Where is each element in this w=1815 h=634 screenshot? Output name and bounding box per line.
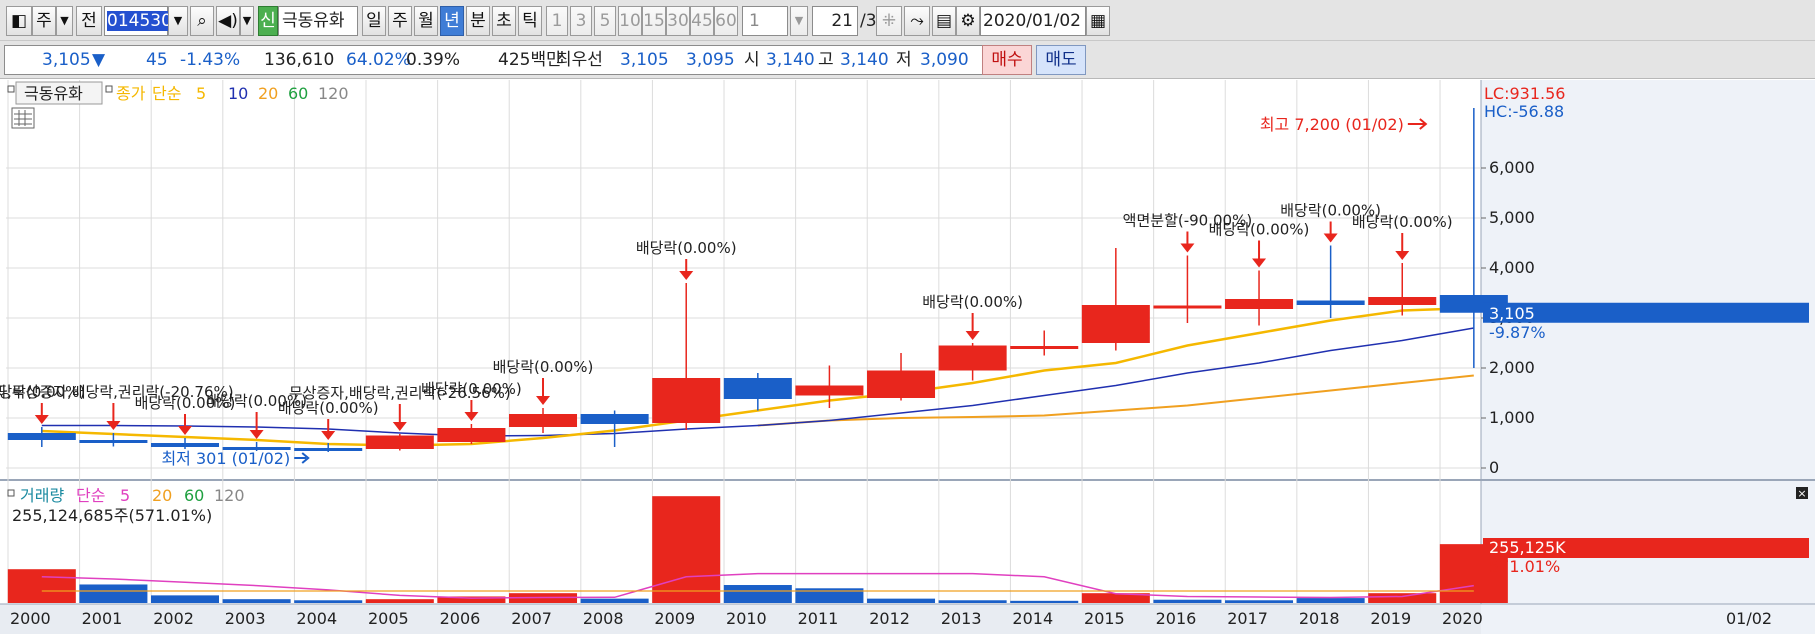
hc-label: HC:-56.88 bbox=[1484, 102, 1564, 121]
volume-bar bbox=[867, 598, 936, 603]
x-tick-label: 2002 bbox=[153, 609, 194, 628]
table-icon[interactable] bbox=[11, 107, 35, 129]
x-tick-label: 2019 bbox=[1370, 609, 1411, 628]
volume-bar bbox=[1225, 600, 1294, 603]
volume-bar bbox=[222, 599, 291, 603]
candle-body bbox=[652, 378, 721, 423]
candle-body bbox=[723, 378, 792, 399]
x-tick-label: 2000 bbox=[10, 609, 51, 628]
lc-label: LC:931.56 bbox=[1484, 84, 1565, 103]
volume-bar bbox=[580, 598, 649, 603]
x-tick-label: 2006 bbox=[440, 609, 481, 628]
y-tick-label: 1,000 bbox=[1489, 408, 1535, 427]
event-label: 배당락(0.00%) bbox=[493, 358, 594, 376]
volume-tag-label: 255,125K bbox=[1489, 538, 1566, 557]
candle-body bbox=[795, 385, 864, 396]
legend-ma-type: 단순 bbox=[152, 84, 181, 103]
price-chart[interactable]: 2000 2001 2002 2003 2004 2005 2006 2007 2008 2009… bbox=[0, 0, 1815, 634]
volume-bar bbox=[1368, 593, 1437, 603]
x-tick-label: 2014 bbox=[1012, 609, 1053, 628]
volume-legend-ma-60: 60 bbox=[184, 486, 204, 505]
min-price-label: 최저 301 (01/02) bbox=[161, 449, 290, 468]
x-tick-label: 2003 bbox=[225, 609, 266, 628]
candle-body bbox=[1081, 305, 1150, 343]
legend-close: 종가 bbox=[116, 84, 146, 103]
candle-body bbox=[580, 414, 649, 424]
candle-body bbox=[79, 440, 148, 443]
volume-legend-name: 거래량 bbox=[20, 486, 64, 505]
legend-ma-20: 20 bbox=[258, 84, 278, 103]
volume-bar bbox=[150, 595, 220, 603]
x-tick-label: 2016 bbox=[1156, 609, 1197, 628]
volume-bar bbox=[938, 600, 1007, 603]
candle-body bbox=[7, 433, 76, 440]
x-tick-label: 2018 bbox=[1299, 609, 1340, 628]
volume-summary: 255,124,685주(571.01%) bbox=[12, 506, 212, 525]
volume-bar bbox=[7, 569, 76, 603]
legend-ma-60: 60 bbox=[288, 84, 308, 103]
y-tick-label: 5,000 bbox=[1489, 208, 1535, 227]
volume-legend-ma-5: 5 bbox=[120, 486, 130, 505]
x-tick-label: 2004 bbox=[296, 609, 337, 628]
legend-ma-10: 10 bbox=[228, 84, 248, 103]
x-tick-label: 2020 bbox=[1442, 609, 1483, 628]
x-tick-label: 2017 bbox=[1227, 609, 1268, 628]
volume-legend-ma-20: 20 bbox=[152, 486, 172, 505]
current-price-tag-label: 3,105 bbox=[1489, 304, 1535, 323]
legend-ma-120: 120 bbox=[318, 84, 349, 103]
volume-legend-ma-120: 120 bbox=[214, 486, 245, 505]
event-label: 배당락(0.00%) bbox=[922, 293, 1023, 311]
x-tick-label: 2015 bbox=[1084, 609, 1125, 628]
event-label: 배당락(0.00%) bbox=[421, 380, 522, 398]
x-tick-label: 2005 bbox=[368, 609, 409, 628]
volume-bar bbox=[723, 585, 792, 603]
x-tick-label: 2013 bbox=[941, 609, 982, 628]
max-price-label: 최고 7,200 (01/02) bbox=[1260, 115, 1404, 134]
collapse-icon-glyph: × bbox=[1797, 487, 1806, 500]
volume-bar bbox=[79, 584, 148, 603]
x-tick-label: 2008 bbox=[583, 609, 624, 628]
volume-bar bbox=[294, 600, 363, 603]
volume-tag-pct: 571.01% bbox=[1489, 557, 1560, 576]
x-tick-label: 2001 bbox=[82, 609, 123, 628]
volume-bar bbox=[1296, 598, 1365, 603]
candle-body bbox=[437, 428, 506, 442]
volume-bar bbox=[365, 599, 434, 603]
candle-body bbox=[150, 443, 220, 447]
x-tick-label: 2007 bbox=[511, 609, 552, 628]
x-tick-label: 2009 bbox=[654, 609, 695, 628]
volume-bar bbox=[652, 496, 721, 603]
candle-body bbox=[867, 370, 936, 398]
volume-bar bbox=[1010, 600, 1079, 603]
x-tick-label-last: 01/02 bbox=[1726, 609, 1772, 628]
y-tick-label: 2,000 bbox=[1489, 358, 1535, 377]
y-tick-label: 4,000 bbox=[1489, 258, 1535, 277]
x-tick-label: 2011 bbox=[798, 609, 839, 628]
candle-body bbox=[938, 345, 1007, 371]
candle-body bbox=[294, 448, 363, 451]
candle-body bbox=[1225, 299, 1294, 309]
candle-body bbox=[1368, 297, 1437, 305]
event-label: 배당락(0.00%) bbox=[636, 239, 737, 257]
volume-bar bbox=[1153, 599, 1222, 603]
x-tick-label: 2010 bbox=[726, 609, 767, 628]
volume-legend-ma-type: 단순 bbox=[76, 486, 105, 505]
candle-body bbox=[1010, 346, 1079, 349]
event-label: 배당락(0.00%) bbox=[1209, 221, 1310, 239]
candle-body bbox=[509, 414, 578, 427]
candle-body bbox=[1153, 305, 1222, 309]
event-label: 배당락(0.00%) bbox=[1352, 213, 1453, 231]
legend-ma-5: 5 bbox=[196, 84, 206, 103]
y-tick-label: 0 bbox=[1489, 458, 1499, 477]
current-price-pct: -9.87% bbox=[1489, 323, 1546, 342]
candle-body bbox=[365, 435, 434, 449]
x-tick-label: 2012 bbox=[869, 609, 910, 628]
y-tick-label: 6,000 bbox=[1489, 158, 1535, 177]
legend-stock-name: 극동유화 bbox=[24, 84, 83, 103]
candle-body bbox=[1296, 300, 1365, 305]
